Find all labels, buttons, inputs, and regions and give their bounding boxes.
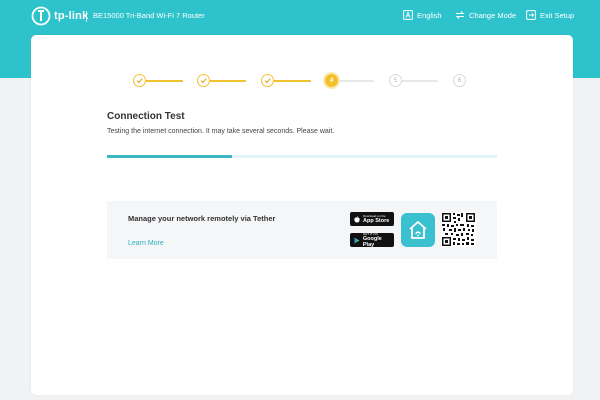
- check-icon: [136, 78, 143, 84]
- apple-icon: [354, 215, 360, 222]
- exit-icon: [526, 10, 536, 20]
- check-icon: [264, 78, 271, 84]
- header-divider: [86, 11, 87, 22]
- step-6: 6: [453, 74, 466, 87]
- step-3: [261, 74, 274, 87]
- step-2: [197, 74, 210, 87]
- tp-link-logo: tp-link: [31, 6, 88, 26]
- step-4: 4: [325, 74, 338, 87]
- google-play-button[interactable]: GET IT ON Google Play: [350, 232, 394, 248]
- change-mode-label: Change Mode: [469, 10, 517, 20]
- tether-promo-panel: Manage your network remotely via Tether …: [107, 201, 497, 259]
- change-mode-button[interactable]: Change Mode: [455, 10, 516, 20]
- app-store-button[interactable]: Download on the App Store: [350, 212, 394, 226]
- tether-app-icon[interactable]: [401, 213, 435, 247]
- language-button[interactable]: English: [403, 10, 442, 20]
- page-title: Connection Test: [107, 111, 185, 122]
- google-play-icon: [354, 237, 360, 243]
- page-subtitle: Testing the internet connection. It may …: [107, 128, 335, 135]
- exit-setup-label: Exit Setup: [540, 10, 575, 20]
- language-label: English: [417, 10, 442, 20]
- step-5: 5: [389, 74, 402, 87]
- google-play-label: Google Play: [362, 236, 382, 248]
- logo-text: tp-link: [54, 10, 89, 22]
- step-connector: [140, 80, 183, 82]
- qr-code: [441, 212, 476, 247]
- language-icon: [403, 10, 413, 20]
- check-icon: [200, 78, 207, 84]
- step-1: [133, 74, 146, 87]
- model-name: BE15000 Tri-Band Wi-Fi 7 Router: [93, 11, 205, 20]
- tp-link-logo-icon: [31, 6, 51, 26]
- tether-title: Manage your network remotely via Tether: [128, 214, 276, 223]
- exit-setup-button[interactable]: Exit Setup: [526, 10, 574, 20]
- progress-bar: [107, 155, 497, 158]
- learn-more-link[interactable]: Learn More: [128, 240, 164, 247]
- progress-fill: [107, 155, 232, 158]
- home-icon: [409, 221, 427, 239]
- header: tp-link BE15000 Tri-Band Wi-Fi 7 Router …: [0, 0, 600, 34]
- change-mode-icon: [455, 11, 465, 19]
- app-store-label: App Store: [363, 218, 390, 224]
- step-indicator: 4 5 6: [104, 72, 472, 90]
